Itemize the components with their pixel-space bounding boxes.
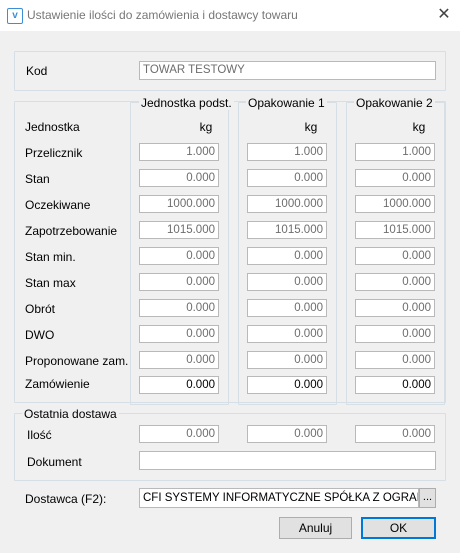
dostawca-browse-button[interactable]: ... — [419, 488, 436, 508]
row-label-przelicznik: Przelicznik — [25, 146, 83, 160]
row-label-proponowane-zam: Proponowane zam. — [25, 354, 129, 368]
ilosc-label: Ilość — [27, 428, 52, 442]
dokument-label: Dokument — [27, 455, 82, 469]
window-title: Ustawienie ilości do zamówienia i dostaw… — [27, 8, 298, 22]
proponowane-zam-field-1[interactable]: 0.000 — [139, 351, 219, 369]
zapotrzebowanie-field-3[interactable]: 1015.000 — [355, 221, 435, 239]
stan-field-1[interactable]: 0.000 — [139, 169, 219, 187]
unit-opakowanie-2: kg — [412, 120, 426, 134]
dostawca-label: Dostawca (F2): — [25, 492, 107, 506]
dostawca-field[interactable]: CFI SYSTEMY INFORMATYCZNE SPÓŁKA Z OGRAN… — [139, 488, 419, 508]
unit-jednostka: kg — [199, 120, 213, 134]
stan-min-field-1[interactable]: 0.000 — [139, 247, 219, 265]
ilosc-field-2[interactable]: 0.000 — [247, 425, 327, 443]
przelicznik-field-2[interactable]: 1.000 — [247, 143, 327, 161]
stan-max-field-1[interactable]: 0.000 — [139, 273, 219, 291]
close-icon[interactable]: ✕ — [432, 3, 456, 27]
proponowane-zam-field-3[interactable]: 0.000 — [355, 351, 435, 369]
proponowane-zam-field-2[interactable]: 0.000 — [247, 351, 327, 369]
dwo-field-2[interactable]: 0.000 — [247, 325, 327, 343]
jednostka-label: Jednostka — [25, 120, 80, 134]
ostatnia-dostawa-title: Ostatnia dostawa — [22, 407, 119, 421]
row-label-zapotrzebowanie: Zapotrzebowanie — [25, 224, 118, 238]
dwo-field-1[interactable]: 0.000 — [139, 325, 219, 343]
stan-min-field-2[interactable]: 0.000 — [247, 247, 327, 265]
przelicznik-field-3[interactable]: 1.000 — [355, 143, 435, 161]
column-header-opakowanie-2: Opakowanie 2 — [354, 96, 435, 110]
stan-max-field-3[interactable]: 0.000 — [355, 273, 435, 291]
row-label-oczekiwane: Oczekiwane — [25, 198, 91, 212]
row-label-zamowienie: Zamówienie — [25, 377, 90, 391]
app-icon: v — [7, 8, 23, 24]
ostatnia-dostawa-group — [14, 413, 446, 481]
oczekiwane-field-2[interactable]: 1000.000 — [247, 195, 327, 213]
dokument-field[interactable] — [139, 451, 436, 470]
ok-button[interactable]: OK — [361, 517, 436, 539]
ilosc-field-1[interactable]: 0.000 — [139, 425, 219, 443]
zamowienie-field-3[interactable]: 0.000 — [355, 376, 435, 394]
obrot-field-2[interactable]: 0.000 — [247, 299, 327, 317]
row-label-stan-max: Stan max — [25, 276, 76, 290]
oczekiwane-field-3[interactable]: 1000.000 — [355, 195, 435, 213]
row-label-stan: Stan — [25, 172, 50, 186]
row-label-obrot: Obrót — [25, 302, 56, 316]
przelicznik-field-1[interactable]: 1.000 — [139, 143, 219, 161]
column-header-jednostka: Jednostka podst. — [139, 96, 234, 110]
zapotrzebowanie-field-2[interactable]: 1015.000 — [247, 221, 327, 239]
ilosc-field-3[interactable]: 0.000 — [355, 425, 435, 443]
cancel-button[interactable]: Anuluj — [279, 517, 352, 539]
dwo-field-3[interactable]: 0.000 — [355, 325, 435, 343]
column-header-opakowanie-1: Opakowanie 1 — [246, 96, 327, 110]
row-label-dwo: DWO — [25, 328, 55, 342]
stan-min-field-3[interactable]: 0.000 — [355, 247, 435, 265]
stan-field-2[interactable]: 0.000 — [247, 169, 327, 187]
zapotrzebowanie-field-1[interactable]: 1015.000 — [139, 221, 219, 239]
zamowienie-field-2[interactable]: 0.000 — [247, 376, 327, 394]
obrot-field-1[interactable]: 0.000 — [139, 299, 219, 317]
zamowienie-field-1[interactable]: 0.000 — [139, 376, 219, 394]
kod-field[interactable]: TOWAR TESTOWY — [139, 61, 436, 80]
oczekiwane-field-1[interactable]: 1000.000 — [139, 195, 219, 213]
row-label-stan-min: Stan min. — [25, 250, 76, 264]
stan-field-3[interactable]: 0.000 — [355, 169, 435, 187]
stan-max-field-2[interactable]: 0.000 — [247, 273, 327, 291]
obrot-field-3[interactable]: 0.000 — [355, 299, 435, 317]
kod-label: Kod — [26, 64, 48, 78]
unit-opakowanie-1: kg — [304, 120, 318, 134]
